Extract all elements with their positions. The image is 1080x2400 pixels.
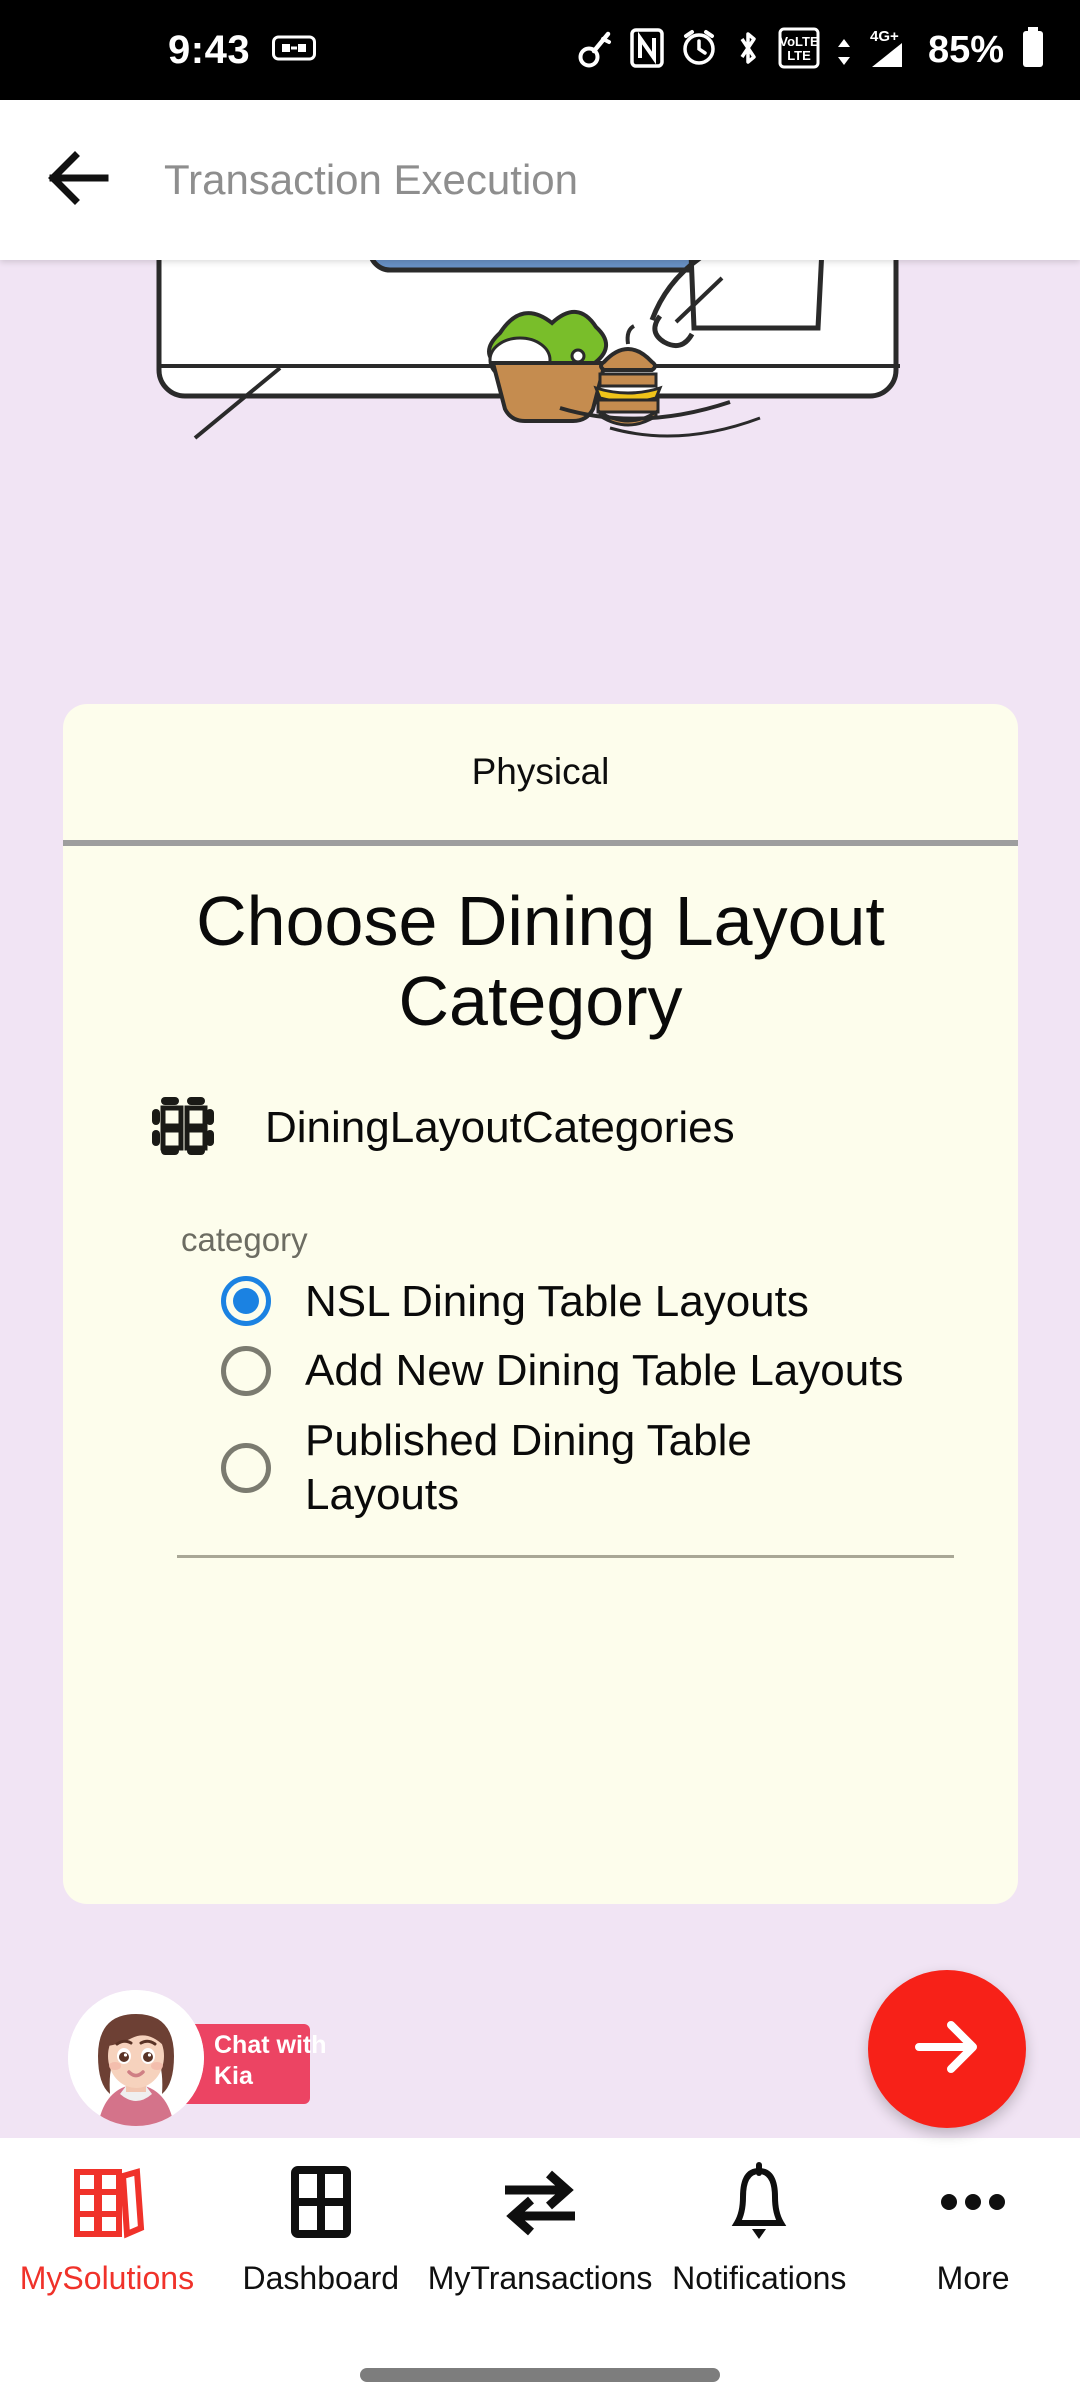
radio-option-label: NSL Dining Table Layouts: [305, 1276, 809, 1326]
radio-option-label: Published Dining Table Layouts: [305, 1415, 752, 1519]
split-screen-icon: [272, 33, 317, 68]
signal-4g-plus-icon: 4G+: [836, 25, 906, 76]
nav-item-notifications[interactable]: Notifications: [652, 2156, 866, 2297]
category-radio-group[interactable]: NSL Dining Table Layouts Add New Dining …: [209, 1275, 1018, 1522]
books-icon: [67, 2156, 147, 2248]
app-bar: Transaction Execution: [0, 100, 1080, 260]
radio-hitbox[interactable]: [209, 1276, 283, 1327]
status-bar: 9:43 VoLTE LTE 4G+ 85%: [0, 0, 1080, 100]
svg-text:4G+: 4G+: [870, 28, 899, 45]
phone-screen: 9:43 VoLTE LTE 4G+ 85% Transaction Execu…: [0, 0, 1080, 2400]
page-title: Transaction Execution: [164, 156, 578, 203]
nfc-icon: [630, 27, 664, 73]
card-divider: [177, 1555, 954, 1559]
card-badge-label: Physical: [471, 751, 610, 792]
status-bar-right: VoLTE LTE 4G+ 85%: [578, 25, 1046, 76]
bottom-navigation: MySolutions Dashboard MyTransactions Not…: [0, 2138, 1080, 2400]
nav-label: More: [936, 2260, 1010, 2296]
radio-button[interactable]: [221, 1346, 271, 1397]
entity-name: DiningLayoutCategories: [265, 1103, 735, 1153]
card-title: Choose Dining Layout Category: [196, 882, 885, 1040]
svg-text:LTE: LTE: [787, 48, 811, 63]
battery-icon: [1020, 26, 1046, 75]
transaction-card: Physical Choose Dining Layout Category D…: [63, 704, 1018, 1904]
chat-label: Chat with Kia: [214, 2031, 327, 2090]
alarm-icon: [680, 28, 718, 73]
volte-icon: VoLTE LTE: [778, 26, 820, 75]
content-area: Physical Choose Dining Layout Category D…: [0, 258, 1080, 2138]
radio-option-label: Add New Dining Table Layouts: [305, 1346, 904, 1396]
field-label-category: category: [181, 1220, 308, 1258]
nav-label: Notifications: [672, 2260, 847, 2296]
nav-item-mytransactions[interactable]: MyTransactions: [427, 2156, 653, 2297]
grid-icon: [281, 2156, 361, 2248]
status-bar-left: 9:43: [168, 27, 317, 73]
gesture-home-indicator[interactable]: [360, 2368, 720, 2382]
status-time: 9:43: [168, 27, 251, 72]
radio-hitbox[interactable]: [209, 1346, 283, 1397]
radio-button-selected[interactable]: [221, 1276, 271, 1327]
nav-label: MySolutions: [19, 2260, 195, 2296]
card-header: Physical: [63, 704, 1018, 846]
bell-icon: [719, 2156, 799, 2248]
next-fab-button[interactable]: [868, 1970, 1026, 2128]
radio-option-row[interactable]: NSL Dining Table Layouts: [209, 1275, 1018, 1329]
kia-assistant-avatar[interactable]: [68, 1990, 204, 2126]
nav-item-more[interactable]: More: [866, 2156, 1080, 2297]
back-button[interactable]: [18, 150, 138, 211]
ellipsis-icon: [933, 2156, 1013, 2248]
chat-with-kia-widget[interactable]: Chat with Kia: [68, 1990, 327, 2126]
nav-label: Dashboard: [242, 2260, 400, 2296]
entity-row: DiningLayoutCategories: [147, 1090, 1018, 1167]
back-arrow-icon: [45, 150, 111, 211]
radio-hitbox[interactable]: [209, 1442, 283, 1493]
header-illustration: [0, 258, 1080, 528]
nav-label: MyTransactions: [427, 2260, 653, 2296]
radio-option-row[interactable]: Published Dining Table Layouts: [209, 1414, 1018, 1521]
svg-text:VoLTE: VoLTE: [779, 34, 819, 49]
radio-option-row[interactable]: Add New Dining Table Layouts: [209, 1344, 1018, 1398]
nav-item-dashboard[interactable]: Dashboard: [214, 2156, 428, 2297]
dining-table-layout-icon: [147, 1090, 219, 1167]
radio-button[interactable]: [221, 1442, 271, 1493]
battery-percent: 85%: [927, 28, 1004, 71]
arrow-right-icon: [907, 2011, 987, 2088]
bluetooth-icon: [734, 28, 762, 73]
transfer-arrows-icon: [497, 2156, 583, 2248]
nav-item-mysolutions[interactable]: MySolutions: [0, 2156, 214, 2297]
key-icon: [578, 28, 614, 73]
